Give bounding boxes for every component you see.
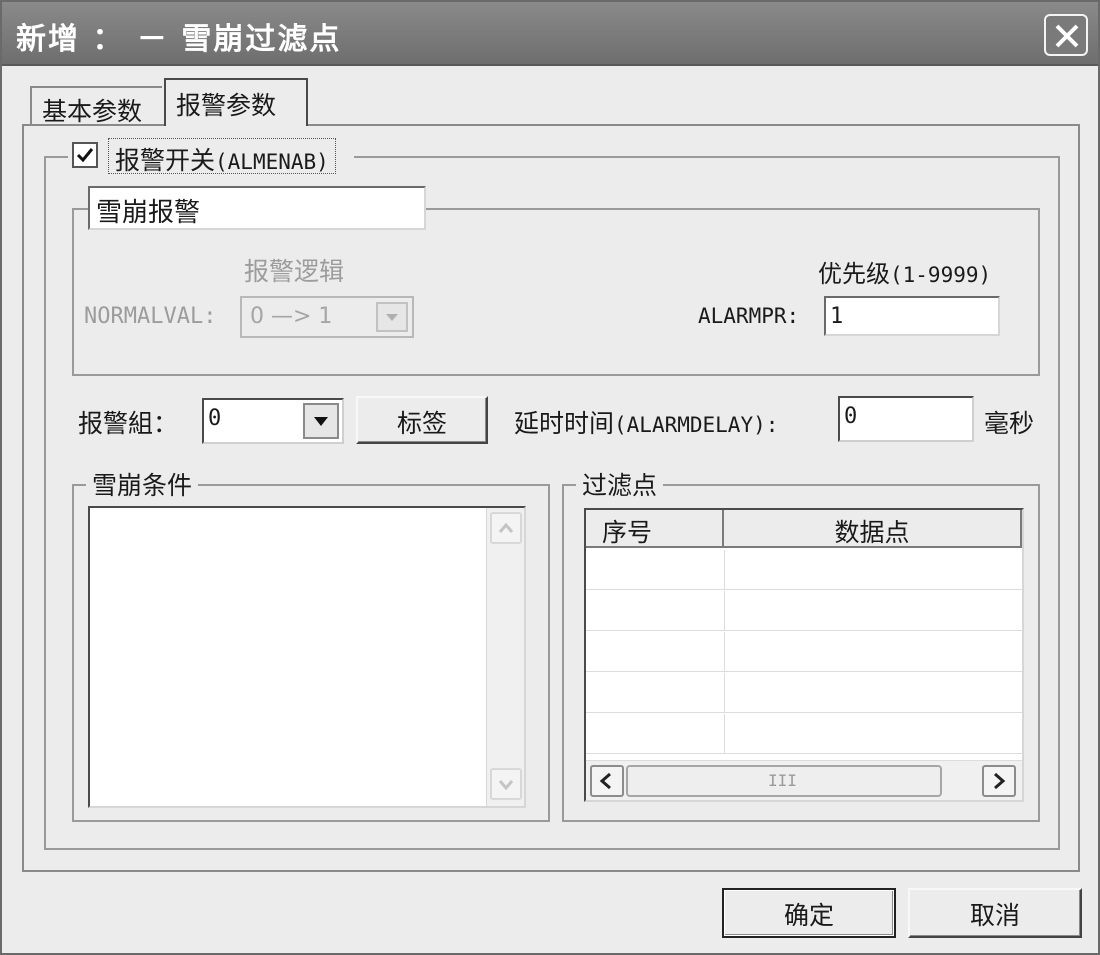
alarm-switch-text: 报警开关	[115, 146, 216, 175]
normalval-select: 0 —> 1	[240, 296, 414, 338]
chevron-up-icon	[498, 522, 514, 533]
table-row[interactable]	[586, 591, 1022, 631]
scroll-up-button[interactable]	[490, 512, 522, 544]
scroll-down-button[interactable]	[490, 768, 522, 800]
window-title: 新增 ： － 雪崩过滤点	[16, 22, 342, 57]
alarm-group-select[interactable]: 0	[202, 398, 344, 444]
alarmpr-label: ALARMPR:	[698, 304, 800, 328]
title-bar: 新增 ： － 雪崩过滤点	[2, 2, 1098, 66]
table-row[interactable]	[586, 673, 1022, 713]
column-header-data-point[interactable]: 数据点	[724, 510, 1022, 548]
chevron-left-icon	[599, 772, 611, 790]
filter-points-legend: 过滤点	[576, 466, 664, 502]
cell-divider	[724, 550, 725, 590]
avalanche-condition-textarea[interactable]	[88, 506, 526, 808]
cell-divider	[724, 673, 725, 713]
table-row[interactable]	[586, 632, 1022, 672]
alarmpr-input[interactable]: 1	[824, 296, 1000, 336]
checkmark-icon	[76, 148, 94, 163]
column-header-index[interactable]: 序号	[586, 510, 724, 548]
ok-button[interactable]: 确定	[722, 888, 896, 938]
scroll-left-button[interactable]	[590, 765, 624, 797]
alarm-name-input[interactable]: 雪崩报警	[88, 186, 426, 230]
table-row[interactable]	[586, 714, 1022, 754]
tab-basic-params[interactable]: 基本参数	[30, 86, 162, 126]
scroll-right-button[interactable]	[982, 765, 1016, 797]
alarm-switch-label[interactable]: 报警开关(ALMENAB)	[108, 138, 336, 175]
delay-unit-label: 毫秒	[984, 409, 1035, 438]
alarm-logic-heading: 报警逻辑	[244, 257, 345, 286]
priority-range: (1-9999)	[890, 263, 992, 287]
normalval-dropdown-button	[376, 302, 408, 332]
scroll-thumb-grip: III	[768, 771, 797, 790]
priority-text: 优先级	[818, 260, 890, 288]
chevron-right-icon	[994, 772, 1006, 790]
alarm-group-value: 0	[208, 406, 222, 431]
cell-divider	[724, 591, 725, 631]
cell-divider	[724, 632, 725, 672]
dialog-window: 新增 ： － 雪崩过滤点 基本参数 报警参数 报警开关(ALMENAB) 雪崩报…	[0, 0, 1100, 955]
chevron-down-icon	[386, 314, 398, 321]
chevron-down-icon	[498, 780, 514, 791]
priority-label: 优先级(1-9999)	[818, 254, 991, 289]
cancel-button[interactable]: 取消	[908, 888, 1082, 938]
chevron-down-icon	[314, 417, 328, 426]
tab-alarm-params[interactable]: 报警参数	[164, 78, 308, 126]
table-horizontal-scrollbar[interactable]: III	[586, 760, 1022, 800]
alarm-delay-input[interactable]: 0	[838, 396, 974, 442]
alarm-detail-group	[72, 208, 1040, 376]
avalanche-condition-legend: 雪崩条件	[86, 466, 199, 502]
delay-text: 延时时间	[514, 409, 615, 438]
normalval-value: 0 —> 1	[250, 304, 333, 329]
alarm-group-label: 报警組：	[78, 409, 179, 438]
normalval-label: NORMALVAL:	[84, 304, 217, 329]
alarm-switch-checkbox[interactable]	[72, 142, 98, 168]
alarm-group-dropdown-button[interactable]	[303, 403, 339, 439]
tag-button[interactable]: 标签	[356, 396, 488, 444]
close-icon	[1055, 24, 1079, 48]
condition-vertical-scrollbar[interactable]	[486, 508, 524, 806]
cell-divider	[724, 714, 725, 754]
filter-points-table[interactable]: 序号 数据点 III	[584, 508, 1024, 802]
delay-label: 延时时间(ALARMDELAY):	[514, 404, 778, 440]
alarm-switch-code: (ALMENAB)	[215, 150, 329, 174]
close-button[interactable]	[1044, 14, 1088, 56]
delay-code: (ALARMDELAY):	[614, 413, 779, 437]
table-row[interactable]	[586, 550, 1022, 590]
scroll-thumb[interactable]: III	[626, 765, 942, 797]
